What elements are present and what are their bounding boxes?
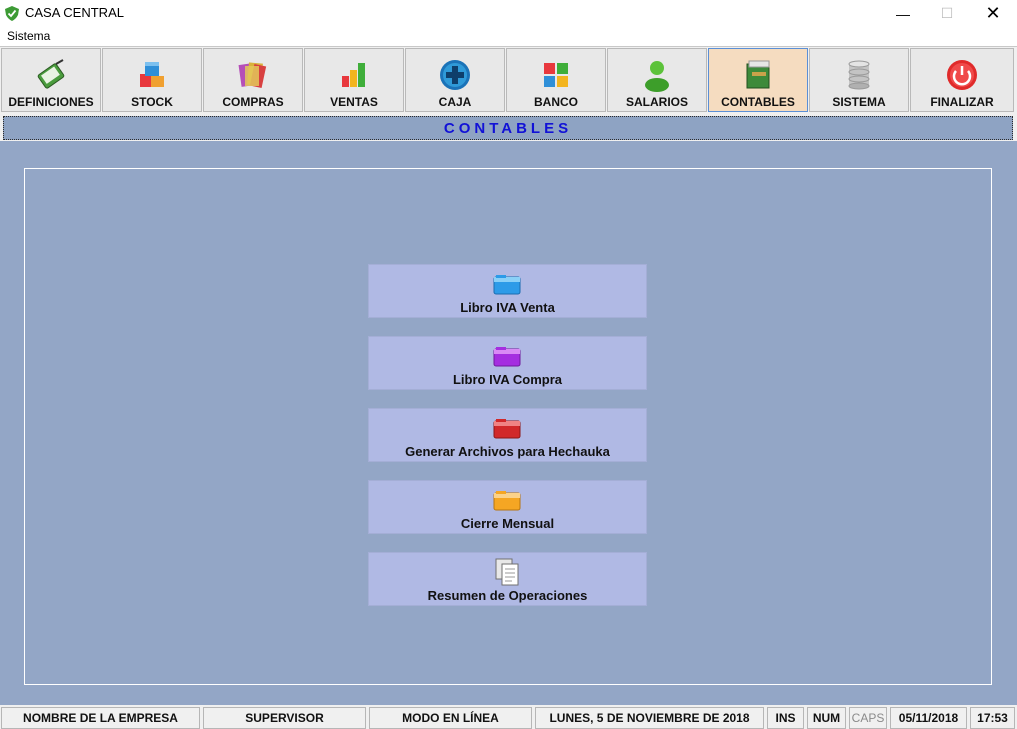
toolbar-label: VENTAS	[330, 95, 378, 109]
folder-purple-icon	[493, 347, 521, 367]
folder-orange-icon	[493, 491, 521, 511]
toolbar-ventas-button[interactable]: VENTAS	[304, 48, 404, 112]
toolbar-definiciones-button[interactable]: DEFINICIONES	[1, 48, 101, 112]
status-date-long: LUNES, 5 DE NOVIEMBRE DE 2018	[535, 707, 764, 729]
toolbar-stock-button[interactable]: STOCK	[102, 48, 202, 112]
toolbar-label: SALARIOS	[625, 95, 688, 109]
action-label: Cierre Mensual	[460, 516, 555, 531]
ledger-icon	[746, 60, 770, 89]
toolbar-label: BANCO	[534, 95, 578, 109]
action-label: Libro IVA Compra	[452, 372, 563, 387]
libro-iva-compra-button[interactable]: Libro IVA Compra	[368, 336, 647, 390]
status-bar: NOMBRE DE LA EMPRESA SUPERVISOR MODO EN …	[0, 705, 1017, 729]
cierre-mensual-button[interactable]: Cierre Mensual	[368, 480, 647, 534]
status-time: 17:53	[970, 707, 1015, 729]
toolbar-label: DEFINICIONES	[8, 95, 94, 109]
main-toolbar: DEFINICIONES STOCK COMPRAS VENTAS CAJA B…	[0, 46, 1017, 112]
status-date-short: 05/11/2018	[890, 707, 967, 729]
toolbar-label: STOCK	[131, 95, 173, 109]
folders-icon	[238, 62, 267, 89]
toolbar-label: COMPRAS	[222, 95, 284, 109]
status-mode: MODO EN LÍNEA	[369, 707, 532, 729]
generar-archivos-hechauka-button[interactable]: Generar Archivos para Hechauka	[368, 408, 647, 462]
power-icon	[947, 60, 977, 90]
toolbar-sistema-button[interactable]: SISTEMA	[809, 48, 909, 112]
resumen-operaciones-button[interactable]: Resumen de Operaciones	[368, 552, 647, 606]
title-bar: CASA CENTRAL — ☐ ✕	[0, 0, 1017, 27]
action-label: Resumen de Operaciones	[427, 588, 588, 603]
action-label: Libro IVA Venta	[460, 300, 555, 315]
toolbar-label: SISTEMA	[832, 95, 886, 109]
toolbar-finalizar-button[interactable]: FINALIZAR	[910, 48, 1014, 112]
window-title: CASA CENTRAL	[25, 5, 124, 20]
book-pen-icon	[37, 59, 65, 89]
windows-tiles-icon	[544, 63, 568, 87]
status-ins: INS	[767, 707, 804, 729]
folder-red-icon	[493, 419, 521, 439]
bar-chart-icon	[342, 63, 365, 87]
toolbar-compras-button[interactable]: COMPRAS	[203, 48, 303, 112]
toolbar-salarios-button[interactable]: SALARIOS	[607, 48, 707, 112]
user-icon	[645, 61, 669, 92]
plus-circle-icon	[440, 60, 470, 90]
section-header: CONTABLES	[3, 116, 1013, 140]
database-icon	[848, 60, 870, 90]
toolbar-caja-button[interactable]: CAJA	[405, 48, 505, 112]
menu-sistema[interactable]: Sistema	[7, 29, 50, 43]
toolbar-label: CONTABLES	[721, 95, 795, 109]
section-title: CONTABLES	[443, 120, 573, 137]
documents-icon	[495, 558, 519, 586]
toolbar-label: CAJA	[438, 95, 472, 109]
shield-check-icon	[5, 6, 19, 21]
folder-blue-icon	[493, 275, 521, 295]
close-button[interactable]: ✕	[970, 0, 1016, 27]
toolbar-contables-button[interactable]: CONTABLES	[708, 48, 808, 112]
action-label: Generar Archivos para Hechauka	[405, 444, 610, 459]
toolbar-label: FINALIZAR	[930, 95, 994, 109]
minimize-button[interactable]: —	[880, 0, 926, 27]
status-num: NUM	[807, 707, 846, 729]
cubes-icon	[140, 62, 164, 87]
toolbar-banco-button[interactable]: BANCO	[506, 48, 606, 112]
status-caps: CAPS	[849, 707, 887, 729]
libro-iva-venta-button[interactable]: Libro IVA Venta	[368, 264, 647, 318]
status-user: SUPERVISOR	[203, 707, 366, 729]
status-company: NOMBRE DE LA EMPRESA	[1, 707, 200, 729]
menu-bar: Sistema	[0, 27, 1017, 46]
maximize-button[interactable]: ☐	[924, 0, 970, 27]
